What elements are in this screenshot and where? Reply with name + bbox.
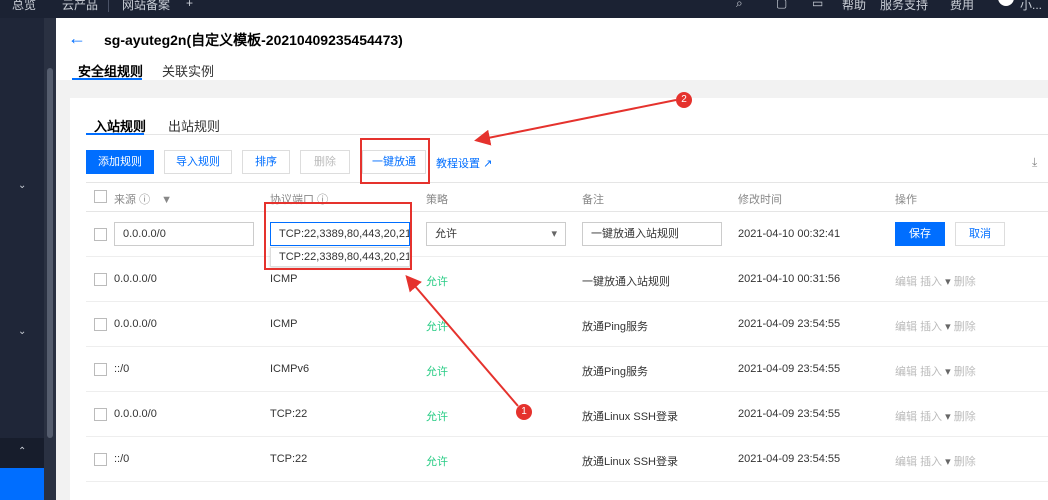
annotation-arrows: [405, 99, 677, 407]
annotation-arrow: [405, 274, 519, 407]
annotation-arrow: [474, 99, 677, 146]
